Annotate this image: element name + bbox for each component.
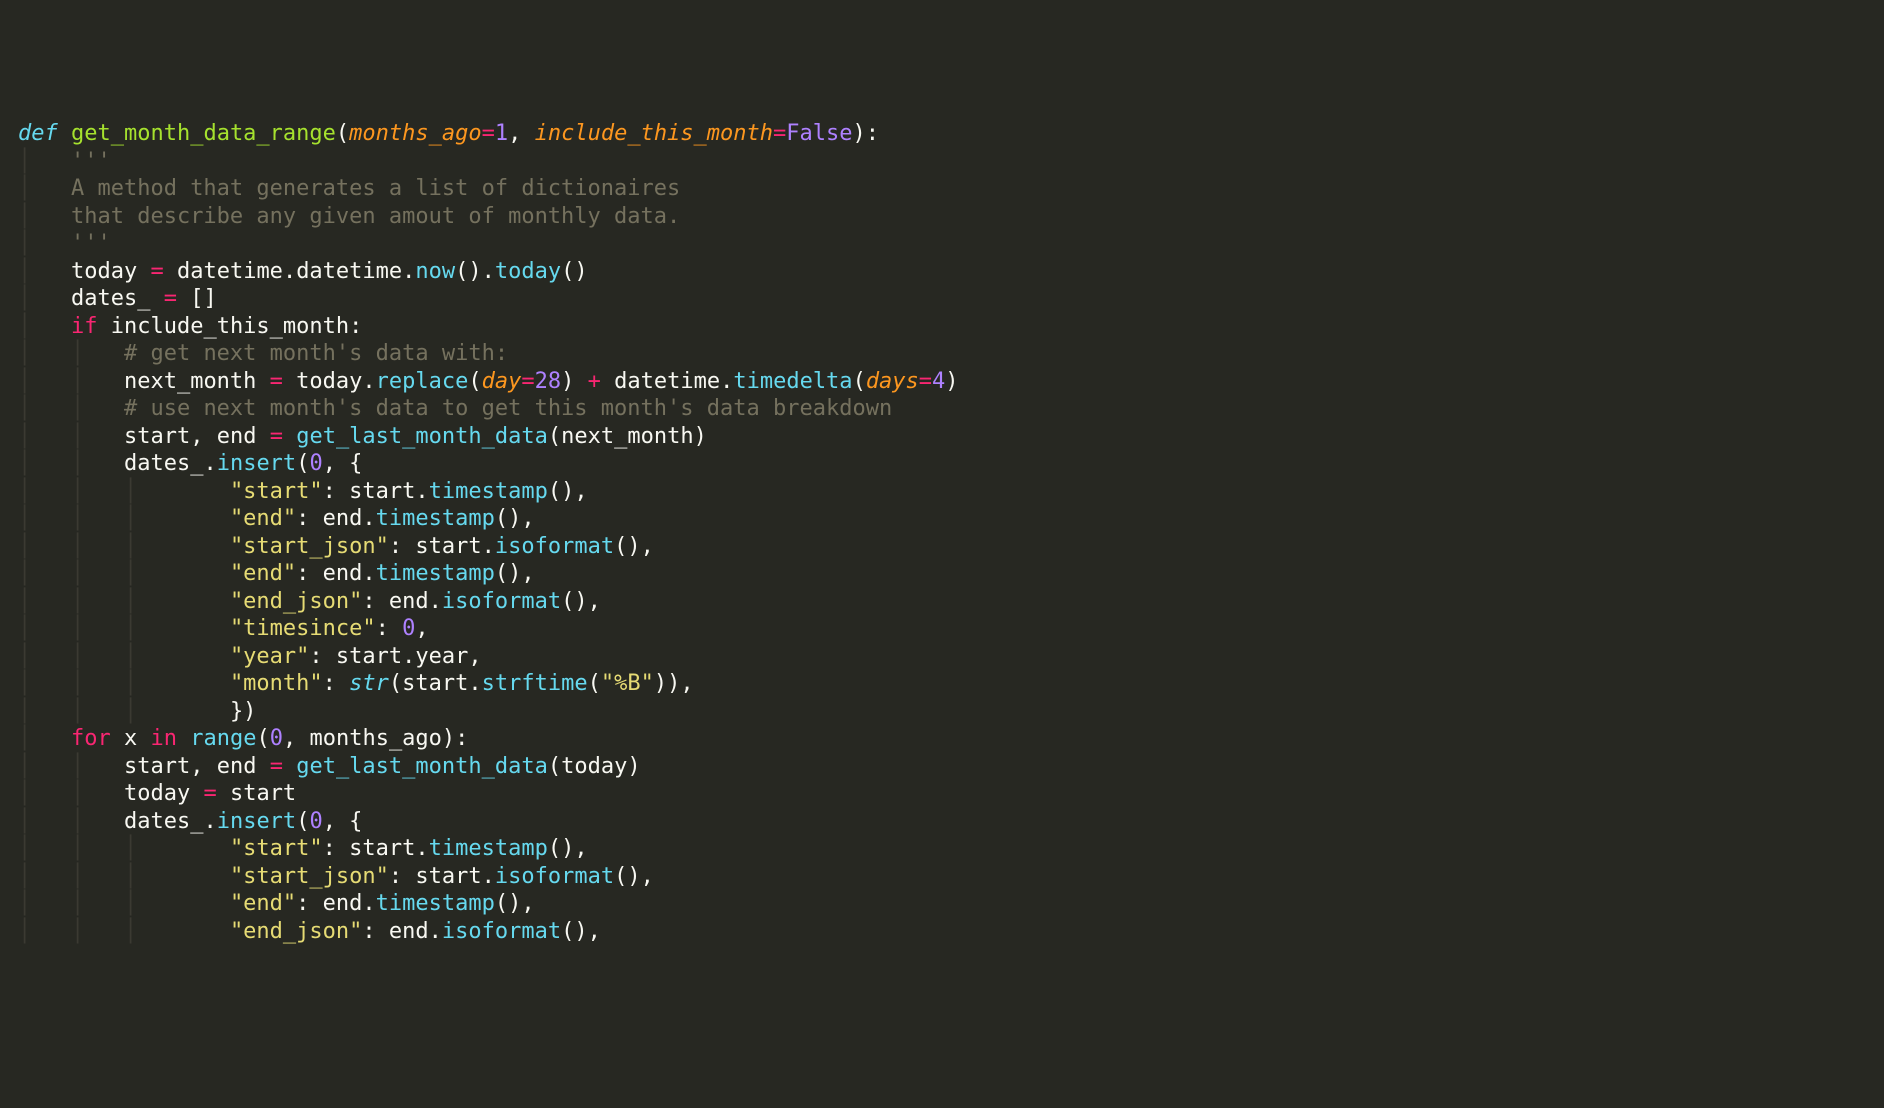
docstring: A method that generates a list of dictio… (71, 176, 680, 201)
docstring: that describe any given amout of monthly… (71, 204, 680, 229)
identifier: today (71, 259, 137, 284)
keyword-if: if (71, 314, 98, 339)
comment: # use next month's data to get this mont… (124, 396, 892, 421)
boolean: False (786, 121, 852, 146)
number: 1 (495, 121, 508, 146)
keyword-def: def (18, 121, 58, 146)
docstring: ''' (71, 149, 111, 174)
function-name: get_month_data_range (71, 121, 336, 146)
param: months_ago (349, 121, 481, 146)
keyword-for: for (71, 726, 111, 751)
docstring: ''' (71, 231, 111, 256)
comment: # get next month's data with: (124, 341, 508, 366)
param: include_this_month (535, 121, 773, 146)
code-editor[interactable]: def get_month_data_range(months_ago=1, i… (18, 120, 1866, 945)
